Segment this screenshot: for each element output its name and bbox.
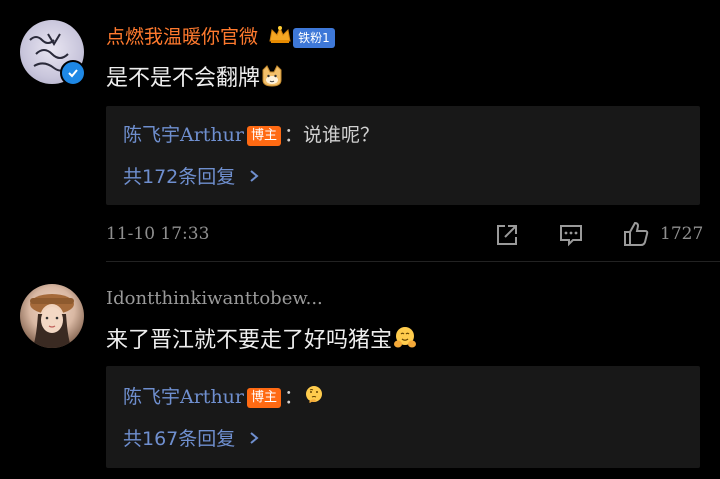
username[interactable]: Idontthinkiwanttobew...: [106, 288, 323, 309]
comment-timestamp: 11-10 17:33: [106, 224, 210, 244]
reply-text: ：说谁呢？: [284, 124, 380, 146]
blogger-name[interactable]: 陈飞宇Arthur: [123, 124, 244, 146]
verified-badge-icon: [60, 60, 86, 86]
blogger-tag: 博主: [247, 387, 282, 408]
share-icon: [497, 225, 517, 245]
fan-badge: 铁粉1: [293, 27, 335, 48]
avatar[interactable]: [20, 284, 84, 348]
avatar-photo-icon: [30, 294, 74, 348]
blogger-reply: 陈飞宇Arthur 博主 ：说谁呢？: [123, 120, 379, 147]
comment-text-content: 是不是不会翻牌: [106, 66, 261, 91]
comment-icon: [560, 225, 582, 247]
reply-text: ：: [284, 386, 304, 408]
avatar-image: [20, 284, 84, 348]
reply-box[interactable]: 陈飞宇Arthur 博主： 共167条回复: [106, 366, 700, 468]
chevron-right-icon: [243, 166, 259, 188]
comment-button[interactable]: [558, 222, 584, 252]
reply-count-text[interactable]: 共167条回复: [123, 428, 235, 450]
chevron-right-icon: [243, 428, 259, 450]
comment-item: Idontthinkiwanttobew... 来了晋江就不要走了好吗猪宝 陈飞…: [0, 262, 720, 479]
thinking-emoji-icon: [303, 384, 325, 411]
like-count: 1727: [660, 224, 704, 244]
comment-text-content: 来了晋江就不要走了好吗猪宝: [106, 328, 393, 353]
share-button[interactable]: [494, 222, 520, 252]
hug-emoji-icon: [392, 325, 418, 357]
blogger-reply: 陈飞宇Arthur 博主：: [123, 382, 325, 411]
username-text[interactable]: 点燃我温暖你官微: [106, 26, 258, 48]
view-replies-link[interactable]: 共172条回复: [123, 162, 259, 189]
reply-count-text[interactable]: 共172条回复: [123, 166, 235, 188]
thumbs-up-icon: [624, 221, 649, 246]
doge-emoji-icon: [260, 64, 284, 94]
blogger-tag: 博主: [247, 125, 282, 146]
avatar[interactable]: [20, 20, 86, 86]
username[interactable]: 点燃我温暖你官微 铁粉1: [106, 22, 335, 50]
comment-text: 来了晋江就不要走了好吗猪宝: [106, 322, 418, 357]
comment-text: 是不是不会翻牌: [106, 60, 284, 94]
like-button[interactable]: [622, 220, 650, 252]
reply-box[interactable]: 陈飞宇Arthur 博主 ：说谁呢？ 共172条回复: [106, 106, 700, 205]
view-replies-link[interactable]: 共167条回复: [123, 424, 259, 451]
comment-item: 点燃我温暖你官微 铁粉1 是不是不会翻牌 陈飞宇Arthur 博主 ：说谁呢？ 共1…: [0, 0, 720, 262]
crown-icon: [268, 25, 292, 50]
blogger-name[interactable]: 陈飞宇Arthur: [123, 386, 244, 408]
